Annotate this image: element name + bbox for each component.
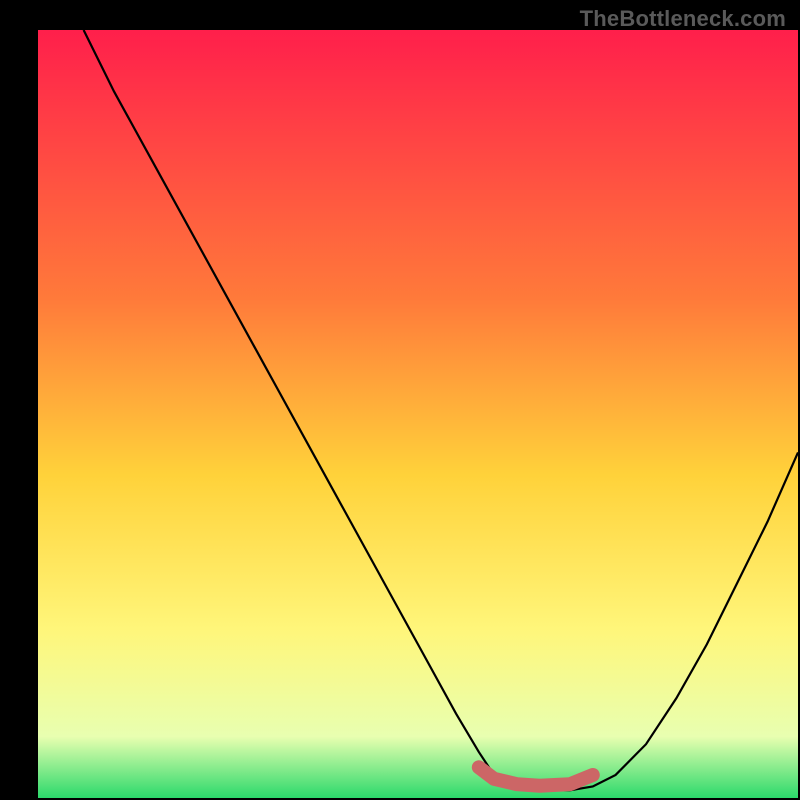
bottleneck-chart: TheBottleneck.com: [0, 0, 800, 800]
chart-svg: [0, 0, 800, 800]
watermark-text: TheBottleneck.com: [580, 6, 786, 32]
